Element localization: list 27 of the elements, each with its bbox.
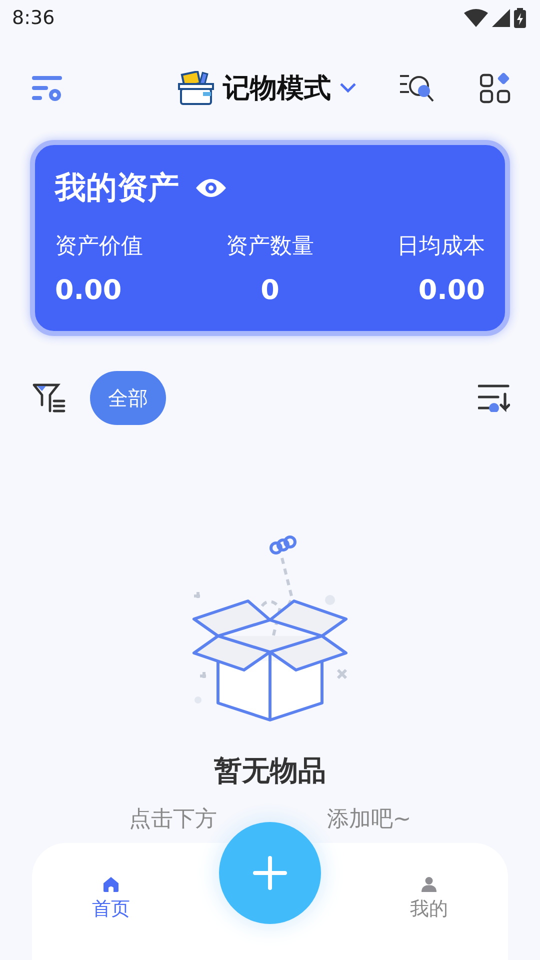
card-title: 我的资产 (55, 169, 179, 208)
wifi-icon (464, 9, 488, 27)
stat-value: 0.00 (55, 275, 123, 306)
plus-icon (253, 856, 287, 890)
status-time: 8:36 (12, 7, 55, 29)
nav-tab[interactable]: 首页 (86, 843, 136, 923)
apps-grid-icon[interactable] (480, 72, 512, 104)
filter-icon[interactable] (32, 383, 66, 413)
toolbox-icon (177, 71, 215, 105)
sort-icon[interactable] (478, 384, 510, 412)
battery-icon (514, 8, 526, 28)
empty-title: 暂无物品 (214, 753, 326, 789)
stat-label: 资产价值 (55, 233, 144, 261)
mode-title[interactable]: 记物模式 (223, 70, 331, 106)
nav-tab[interactable]: 我的 (404, 843, 454, 923)
stat-label: 日均成本 (396, 233, 485, 261)
stat-value: 0.00 (417, 275, 485, 306)
hint-text: 添加吧~ (326, 806, 412, 834)
hint-text: 点击下方 (128, 806, 217, 834)
signal-icon (492, 9, 510, 27)
settings-list-icon[interactable] (32, 74, 64, 102)
search-icon[interactable] (400, 73, 436, 103)
eye-icon[interactable] (195, 178, 227, 198)
stat-label: 资产数量 (224, 233, 315, 261)
stat-value: 0 (260, 275, 280, 306)
chevron-down-icon[interactable] (339, 82, 357, 94)
filter-chip[interactable]: 全部 (90, 371, 166, 425)
